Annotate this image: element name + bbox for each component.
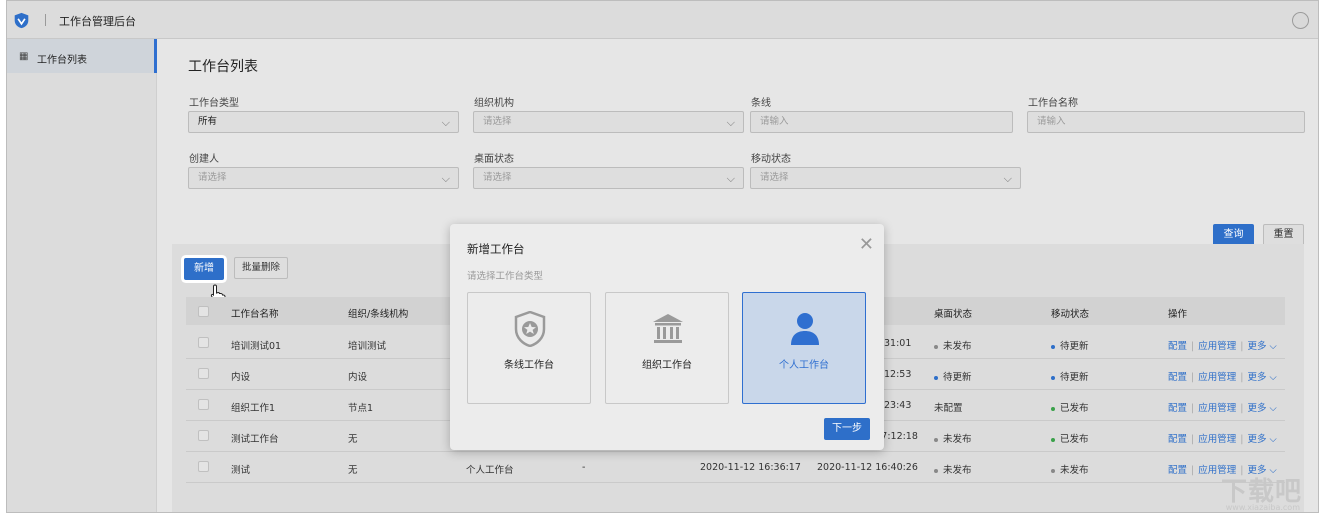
dialog-subtitle: 请选择工作台类型 — [467, 271, 544, 282]
next-button[interactable]: 下一步 — [824, 418, 870, 440]
card-org-workbench[interactable]: 组织工作台 — [605, 292, 729, 404]
close-icon[interactable]: ✕ — [859, 236, 874, 254]
person-icon — [791, 313, 819, 345]
card-personal-workbench[interactable]: 个人工作台 — [742, 292, 866, 404]
watermark-url: www.xiazaiba.com — [1225, 503, 1300, 512]
card-line-workbench[interactable]: 条线工作台 — [467, 292, 591, 404]
card-label: 个人工作台 — [779, 360, 829, 371]
institution-icon — [653, 314, 683, 343]
add-workbench-dialog: 新增工作台 ✕ 请选择工作台类型 条线工作台 组织工作台 个人工作台 下一步 — [450, 224, 884, 450]
dialog-title: 新增工作台 — [467, 242, 525, 256]
card-label: 组织工作台 — [642, 360, 692, 371]
card-label: 条线工作台 — [504, 360, 554, 371]
badge-icon — [514, 311, 546, 347]
app-window: 工作台管理后台 ▦ 工作台列表 工作台列表 工作台类型 所有 ⌵ 组织机构 请选… — [6, 0, 1319, 513]
